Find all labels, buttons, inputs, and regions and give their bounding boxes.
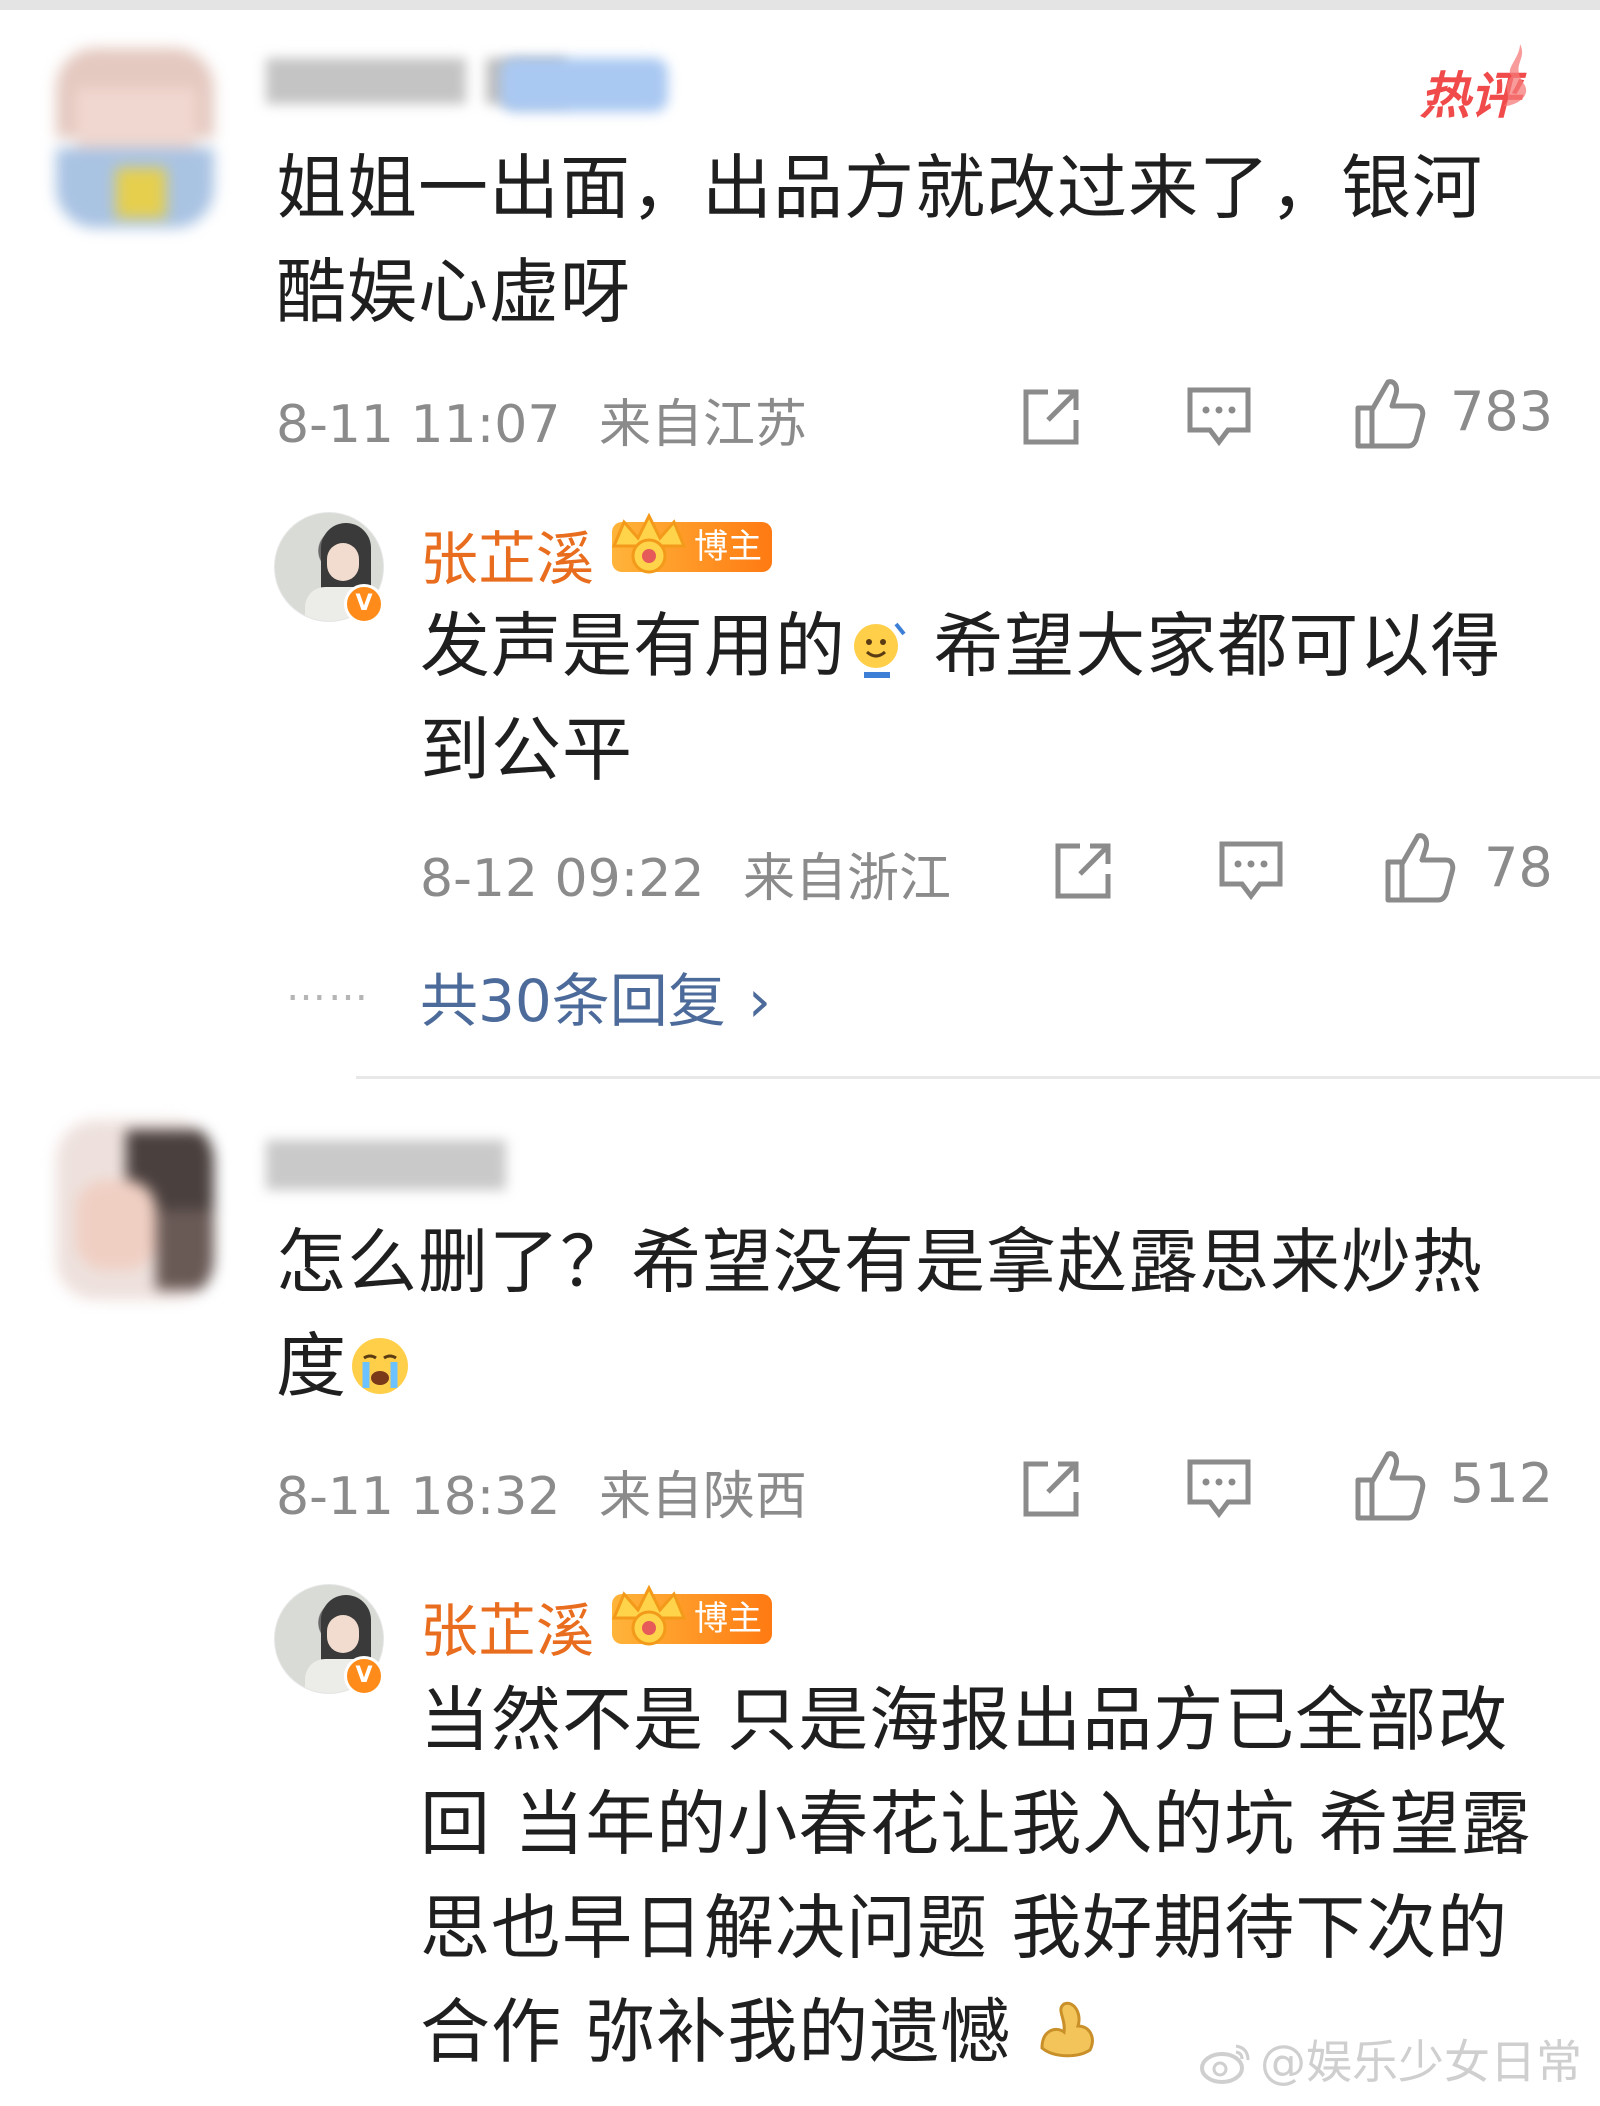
reply-text: 发声是有用的 希望大家都可以得到公平 [420,594,1560,802]
comment-icon[interactable] [1216,838,1286,904]
comment-location: 来自江苏 [598,395,807,455]
reply-time: 8-12 09:22 [420,849,705,909]
crown-icon [611,512,687,574]
reply-meta: 8-12 09:22 来自浙江 [420,836,951,911]
blogger-badge: 博主 [611,512,772,574]
reply-location: 来自浙江 [742,849,951,909]
verified-badge-icon: V [344,1656,384,1696]
flame-icon [1504,44,1527,106]
reply-text-part-1: 发声是有用的 [420,605,846,687]
like-count: 783 [1450,380,1554,443]
more-replies-link[interactable]: 共30条回复 › [420,954,771,1038]
share-icon[interactable] [1018,384,1084,450]
comment-meta: 8-11 18:32 来自陕西 [276,1454,807,1529]
more-replies-label: 共30条回复 [420,967,726,1035]
like-icon[interactable] [1384,830,1456,904]
like-count: 78 [1484,836,1553,899]
blurred-username-suffix [500,58,668,112]
waving-emoji-icon [854,622,906,678]
comment-icon[interactable] [1184,384,1254,450]
chevron-right-icon: › [747,967,772,1035]
top-divider [0,0,1600,10]
watermark-text: @娱乐少女日常 [1260,2035,1582,2089]
comment-meta: 8-11 11:07 来自江苏 [276,382,807,457]
comment-location: 来自陕西 [598,1467,807,1527]
like-icon[interactable] [1354,1448,1426,1522]
verified-badge-icon: V [344,584,384,624]
watermark: @娱乐少女日常 [1198,2026,1582,2092]
comment-time: 8-11 18:32 [276,1467,561,1527]
blurred-avatar[interactable] [56,48,214,228]
comment-divider [356,1076,1600,1079]
blogger-badge-label: 博主 [694,527,762,567]
weibo-logo-icon [1200,2044,1250,2084]
like-icon[interactable] [1354,376,1426,450]
crying-emoji-icon [352,1338,408,1394]
comment-text: 姐姐一出面，出品方就改过来了，银河酷娱心虚呀 [276,147,1483,333]
blurred-username[interactable] [266,1134,506,1200]
blogger-badge-label: 博主 [694,1599,762,1639]
comment-text: 怎么删了？希望没有是拿赵露思来炒热度 [276,1221,1483,1407]
more-replies-dots: …… [286,964,370,1010]
crown-icon [611,1584,687,1646]
share-icon[interactable] [1018,1456,1084,1522]
like-count: 512 [1450,1452,1554,1515]
reply-text: 当然不是 只是海报出品方已全部改回 当年的小春花让我入的坑 希望露思也早日解决问… [420,1679,1532,2073]
blogger-badge: 博主 [611,1584,772,1646]
comment-icon[interactable] [1184,1456,1254,1522]
comment-time: 8-11 11:07 [276,395,561,455]
reply-author-name[interactable]: 张芷溪 [420,1584,594,1668]
reply-author-name[interactable]: 张芷溪 [420,512,594,596]
flexed-biceps-emoji-icon [1040,2001,1094,2058]
share-icon[interactable] [1050,838,1116,904]
blurred-avatar[interactable] [56,1120,214,1300]
